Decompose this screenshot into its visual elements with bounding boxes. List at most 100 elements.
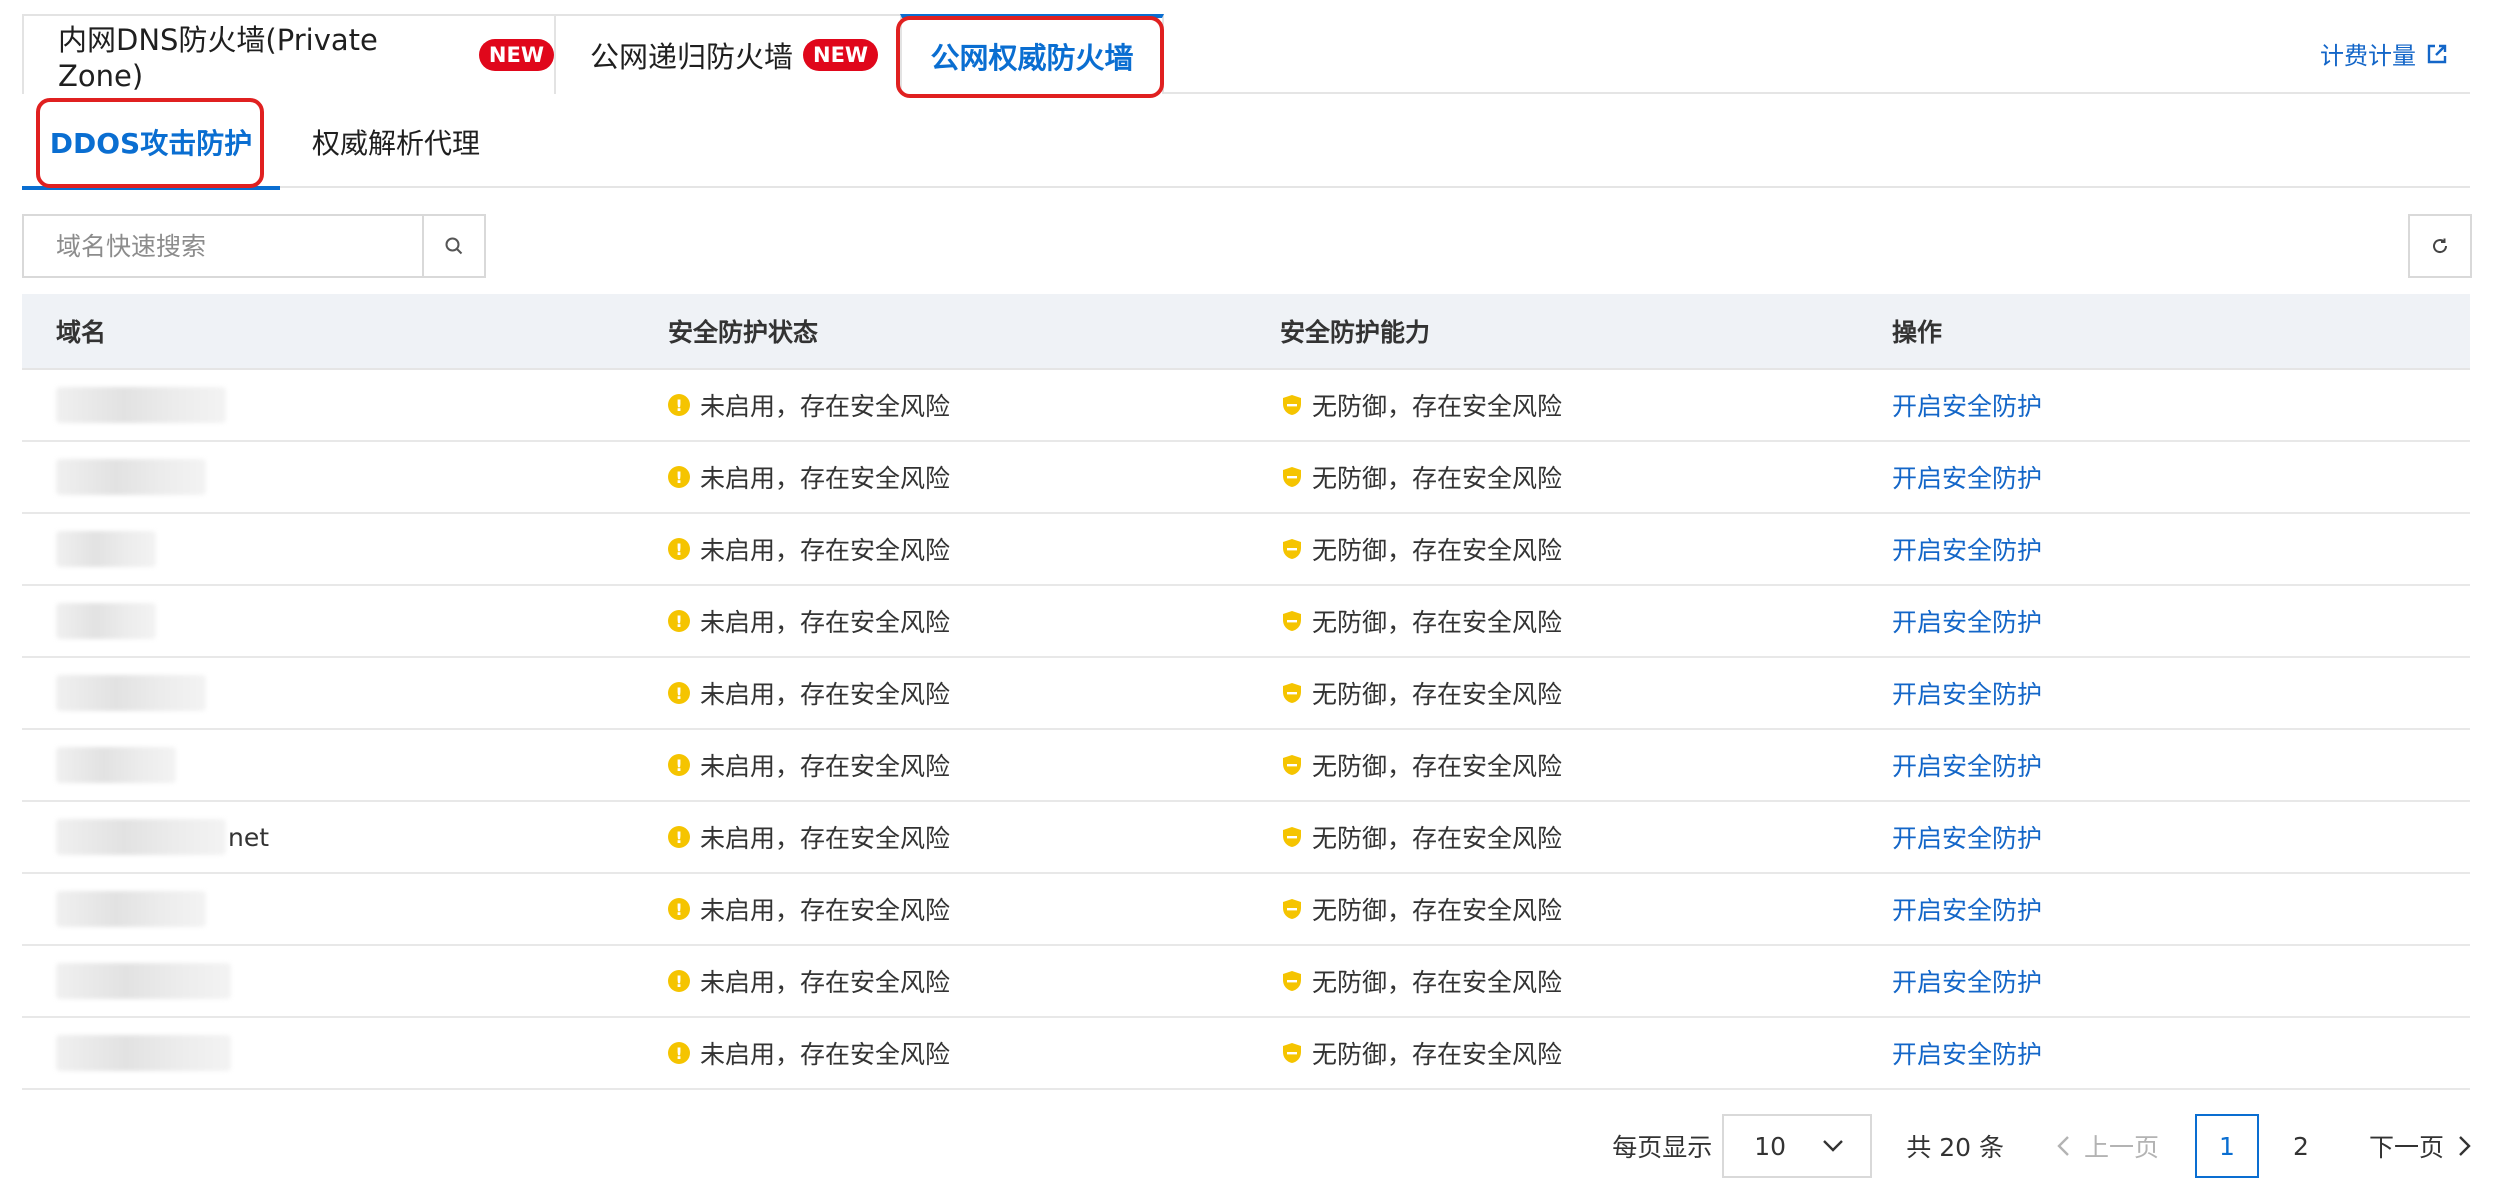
warning-icon: ! (668, 610, 690, 632)
tab-label: 权威解析代理 (312, 127, 481, 160)
status-cell: ! 未启用，存在安全风险 (668, 387, 950, 423)
page-size-select[interactable]: 10 (1722, 1114, 1873, 1178)
warning-icon: ! (668, 826, 690, 848)
enable-protection-link[interactable]: 开启安全防护 (1892, 531, 2042, 567)
status-cell: ! 未启用，存在安全风险 (668, 459, 950, 495)
capability-cell: 无防御，存在安全风险 (1280, 1035, 1562, 1071)
warning-icon: ! (668, 682, 690, 704)
capability-text: 无防御，存在安全风险 (1312, 392, 1563, 421)
enable-protection-link[interactable]: 开启安全防护 (1892, 459, 2042, 495)
tab-private-zone-firewall[interactable]: 内网DNS防火墙(Private Zone) NEW (22, 14, 556, 94)
tab-authoritative-proxy[interactable]: 权威解析代理 (312, 96, 480, 188)
prev-page-button[interactable]: 上一页 (2056, 1128, 2159, 1164)
redacted-domain (56, 531, 156, 567)
domain-table: 域名 安全防护状态 安全防护能力 操作 ! 未启用，存在安全风险 无防御，存在安… (22, 294, 2470, 1090)
table-header: 域名 安全防护状态 安全防护能力 操作 (22, 294, 2470, 370)
action-cell: 开启安全防护 (1892, 891, 2042, 927)
enable-protection-link[interactable]: 开启安全防护 (1892, 1035, 2042, 1071)
redacted-domain (56, 963, 231, 999)
action-cell: 开启安全防护 (1892, 531, 2042, 567)
capability-text: 无防御，存在安全风险 (1312, 680, 1563, 709)
status-cell: ! 未启用，存在安全风险 (668, 891, 950, 927)
new-badge: NEW (478, 39, 554, 71)
shield-icon (1283, 755, 1301, 775)
header-domain: 域名 (56, 318, 107, 347)
page-size-value: 10 (1754, 1131, 1787, 1161)
header-capability: 安全防护能力 (1280, 318, 1431, 347)
chevron-left-icon (2057, 1136, 2069, 1156)
shield-icon (1283, 827, 1301, 847)
refresh-icon (2433, 238, 2448, 254)
domain-cell (56, 891, 208, 927)
shield-icon (1283, 611, 1301, 631)
tab-label: 内网DNS防火墙(Private Zone) (58, 23, 378, 93)
redacted-domain (56, 819, 226, 855)
capability-text: 无防御，存在安全风险 (1312, 896, 1563, 925)
domain-cell (56, 675, 208, 711)
warning-icon: ! (668, 466, 690, 488)
billing-link-label: 计费计量 (2320, 42, 2416, 70)
refresh-button[interactable] (2408, 214, 2472, 278)
tab-public-authoritative-firewall[interactable]: 公网权威防火墙 (900, 14, 1164, 94)
domain-cell (56, 747, 178, 783)
status-text: 未启用，存在安全风险 (700, 392, 951, 421)
tab-public-recursive-firewall[interactable]: 公网递归防火墙 NEW (554, 14, 910, 94)
shield-icon (1283, 971, 1301, 991)
table-row: ! 未启用，存在安全风险 无防御，存在安全风险 开启安全防护 (22, 514, 2470, 586)
capability-text: 无防御，存在安全风险 (1312, 752, 1563, 781)
domain-cell: net (56, 819, 269, 855)
table-row: ! 未启用，存在安全风险 无防御，存在安全风险 开启安全防护 (22, 874, 2470, 946)
table-row: ! 未启用，存在安全风险 无防御，存在安全风险 开启安全防护 (22, 730, 2470, 802)
new-badge: NEW (803, 39, 879, 71)
redacted-domain (56, 675, 206, 711)
page-1-button[interactable]: 1 (2194, 1114, 2259, 1178)
capability-cell: 无防御，存在安全风险 (1280, 747, 1562, 783)
enable-protection-link[interactable]: 开启安全防护 (1892, 963, 2042, 999)
enable-protection-link[interactable]: 开启安全防护 (1892, 819, 2042, 855)
chevron-down-icon (1823, 1140, 1844, 1152)
capability-cell: 无防御，存在安全风险 (1280, 675, 1562, 711)
capability-cell: 无防御，存在安全风险 (1280, 531, 1562, 567)
shield-icon (1283, 1043, 1301, 1063)
shield-icon (1283, 539, 1301, 559)
header-action: 操作 (1892, 318, 1943, 347)
enable-protection-link[interactable]: 开启安全防护 (1892, 747, 2042, 783)
status-cell: ! 未启用，存在安全风险 (668, 675, 950, 711)
pagination: 每页显示 10 共 20 条 上一页 1 2 下一页 (1612, 1114, 2472, 1178)
enable-protection-link[interactable]: 开启安全防护 (1892, 603, 2042, 639)
tab-label: 公网权威防火墙 (930, 41, 1134, 75)
warning-icon: ! (668, 970, 690, 992)
page-2-button[interactable]: 2 (2269, 1114, 2333, 1178)
search-input[interactable] (24, 216, 422, 276)
action-cell: 开启安全防护 (1892, 747, 2042, 783)
enable-protection-link[interactable]: 开启安全防护 (1892, 891, 2042, 927)
redacted-domain (56, 891, 206, 927)
domain-cell (56, 963, 233, 999)
tab-ddos-protection[interactable]: DDOS攻击防护 (22, 96, 280, 190)
status-text: 未启用，存在安全风险 (700, 752, 951, 781)
warning-icon: ! (668, 754, 690, 776)
shield-icon (1283, 683, 1301, 703)
capability-cell: 无防御，存在安全风险 (1280, 603, 1562, 639)
status-text: 未启用，存在安全风险 (700, 536, 951, 565)
capability-text: 无防御，存在安全风险 (1312, 536, 1563, 565)
domain-cell (56, 459, 208, 495)
search-button[interactable] (422, 216, 484, 276)
tab-label: DDOS攻击防护 (49, 127, 253, 160)
capability-text: 无防御，存在安全风险 (1312, 464, 1563, 493)
header-status: 安全防护状态 (668, 318, 819, 347)
warning-icon: ! (668, 394, 690, 416)
capability-cell: 无防御，存在安全风险 (1280, 459, 1562, 495)
status-text: 未启用，存在安全风险 (700, 896, 951, 925)
enable-protection-link[interactable]: 开启安全防护 (1892, 387, 2042, 423)
next-page-button[interactable]: 下一页 (2369, 1128, 2472, 1164)
next-page-label: 下一页 (2368, 1133, 2444, 1162)
action-cell: 开启安全防护 (1892, 387, 2042, 423)
enable-protection-link[interactable]: 开启安全防护 (1892, 675, 2042, 711)
capability-text: 无防御，存在安全风险 (1312, 824, 1563, 853)
domain-cell (56, 531, 158, 567)
billing-link[interactable]: 计费计量 (2320, 36, 2448, 71)
capability-cell: 无防御，存在安全风险 (1280, 387, 1562, 423)
status-text: 未启用，存在安全风险 (700, 1040, 951, 1069)
total-count: 共 20 条 (1906, 1133, 2004, 1162)
